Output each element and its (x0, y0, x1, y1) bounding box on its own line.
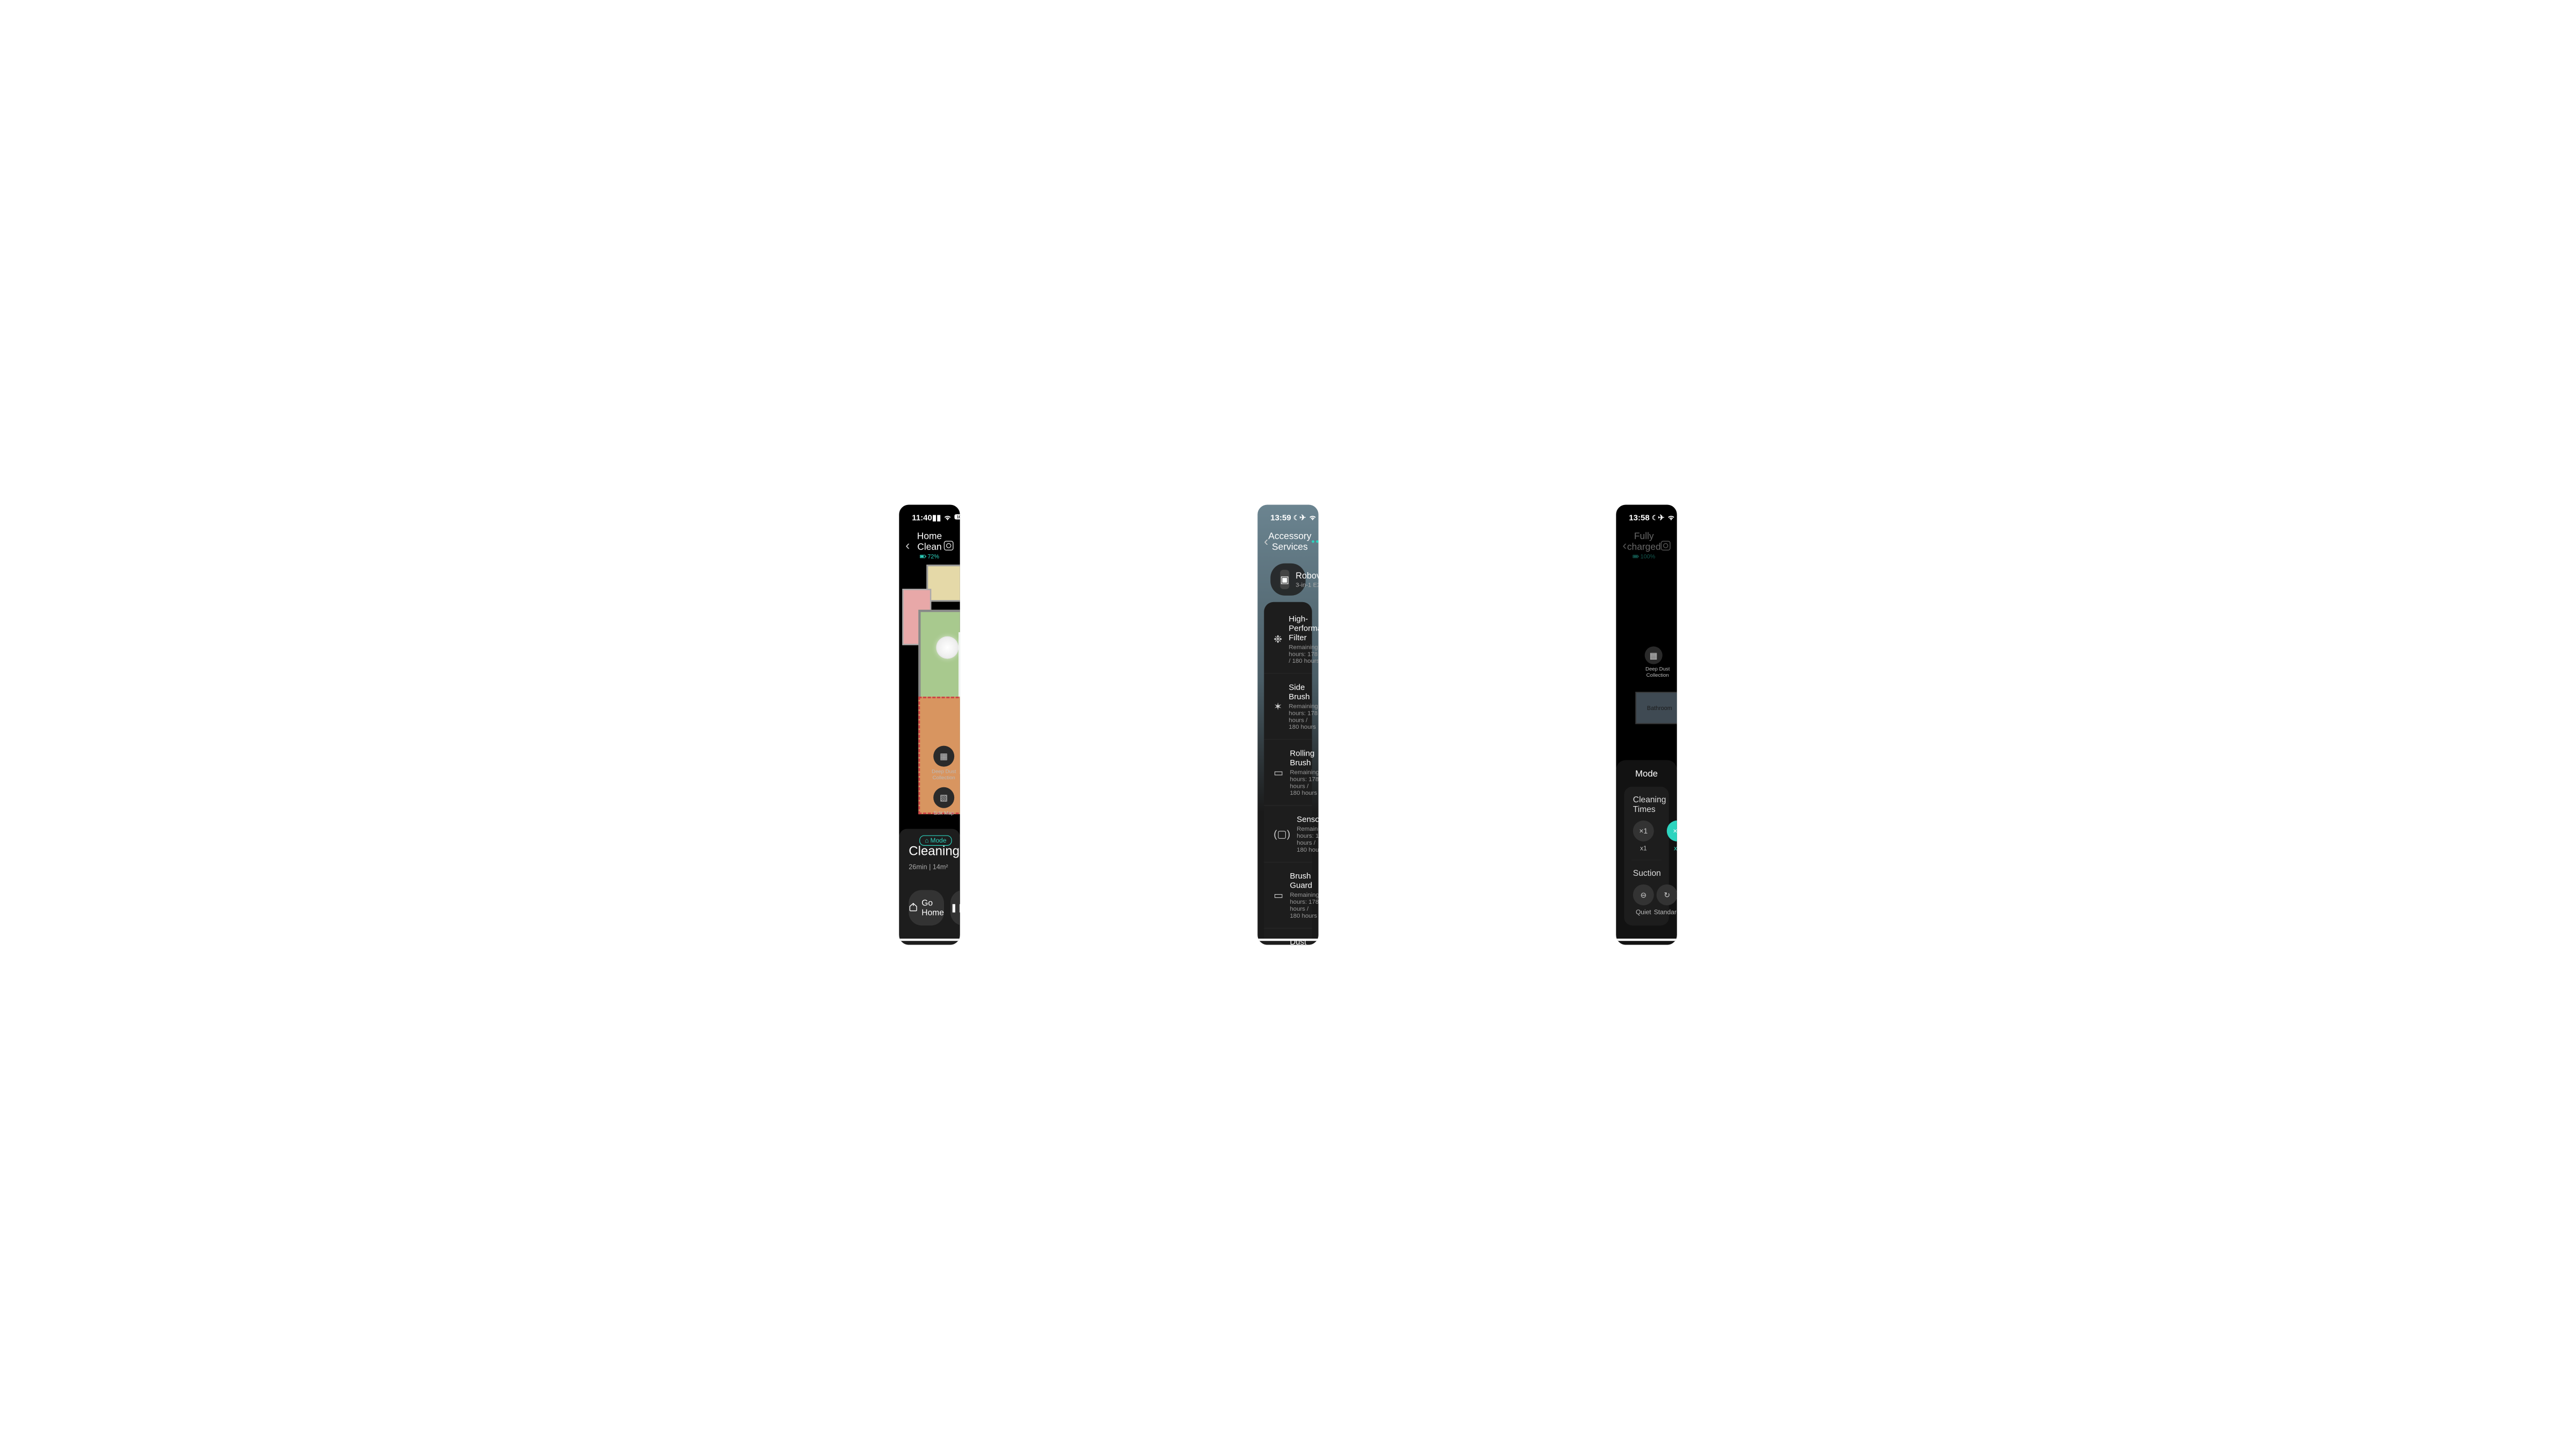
svg-text:100: 100 (957, 514, 960, 519)
pause-button[interactable]: ❚❚ Pause (950, 890, 960, 925)
screen-mode-sheet: 13:58 ☾ ✈ 72 ‹ Fully charged 100% Kitche… (1616, 504, 1677, 945)
cleaning-times-x2[interactable]: ×2 x2 (1667, 820, 1677, 852)
home-indicator[interactable] (1616, 939, 1677, 941)
app-header-dimmed: ‹ Fully charged 100% (1616, 525, 1677, 561)
status-bar: 11:40 ▮▮ 100 (899, 504, 960, 525)
app-header: ‹ Accessory Services ••• (1257, 525, 1318, 553)
cleaning-times-x1[interactable]: ×1 x1 (1633, 820, 1654, 852)
accessory-row-filter[interactable]: ❉ High-Performance Filter Remaining hour… (1264, 605, 1312, 674)
accessory-row-rolling-brush[interactable]: ▭ Rolling Brush Remaining hours: 178 hou… (1264, 740, 1312, 806)
status-time: 13:59 (1270, 513, 1291, 522)
device-selector[interactable]: ▣ Robovac 3-in-1 E20 (1270, 563, 1305, 595)
accessory-row-sensors[interactable]: (▢) Sensors Remaining hours: 178 hours /… (1264, 806, 1312, 862)
sheet-title: Mode (1624, 768, 1668, 779)
back-button[interactable]: ‹ (905, 538, 917, 553)
suction-label: Suction (1633, 868, 1660, 877)
more-dots-icon: ••• (1312, 536, 1319, 546)
status-time: 13:58 (1629, 513, 1649, 522)
accessory-row-brush-guard[interactable]: ▭ Brush Guard Remaining hours: 178 hours… (1264, 862, 1312, 928)
cellular-icon: ▮▮ (932, 513, 941, 522)
deep-dust-button[interactable]: ▦ Deep Dust Collection (1645, 646, 1671, 678)
rolling-brush-icon: ▭ (1274, 763, 1283, 781)
deep-dust-button[interactable]: ▦ Deep Dust Collection (931, 745, 957, 780)
home-icon (909, 902, 918, 913)
pause-icon: ❚❚ (950, 903, 960, 912)
settings-button[interactable] (1661, 539, 1671, 550)
device-model: 3-in-1 E20 (1296, 581, 1318, 588)
back-button[interactable]: ‹ (1264, 533, 1268, 548)
mode-button[interactable]: ⌂ Mode (919, 835, 952, 846)
lock-icon: ⌂ (925, 837, 928, 844)
map-icon: ▧ (940, 792, 948, 802)
airplane-icon: ✈ (1658, 513, 1665, 522)
gear-icon (944, 540, 954, 550)
screen-home-clean: 11:40 ▮▮ 100 ‹ Home Clean 72% (899, 504, 960, 945)
accessory-row-side-brush[interactable]: ✶ Side Brush Remaining hours: 178 hours … (1264, 674, 1312, 740)
edit-map-button[interactable]: ▧ Edit Map (933, 787, 954, 816)
quiet-icon: ⊖ (1641, 890, 1647, 899)
page-title: Fully charged (1627, 530, 1661, 552)
device-battery: 100% (1627, 553, 1661, 560)
deep-dust-icon: ▦ (940, 751, 948, 761)
app-header: ‹ Home Clean 72% (899, 525, 960, 561)
page-title: Home Clean (917, 530, 942, 552)
wifi-icon (1667, 515, 1675, 521)
status-bar: 13:58 ☾ ✈ 72 (1616, 504, 1677, 525)
dnd-moon-icon: ☾ (1652, 514, 1658, 522)
side-brush-icon: ✶ (1274, 697, 1282, 715)
cleaning-stats: 26min | 14m² (909, 863, 950, 870)
home-indicator[interactable] (899, 939, 960, 941)
standard-icon: ↻ (1664, 890, 1670, 899)
home-indicator[interactable] (1257, 939, 1318, 941)
accessory-row-dust-bag[interactable]: ▣ Dust bag Remaining hours: 1678 hours /… (1264, 928, 1312, 945)
sensors-icon: (▢) (1274, 825, 1290, 843)
battery-icon: 100 (954, 514, 960, 522)
device-name: Robovac (1296, 570, 1318, 581)
page-title: Accessory Services (1268, 530, 1311, 552)
status-bar: 13:59 ☾ ✈ 72 (1257, 504, 1318, 525)
floor-map[interactable]: Living Room ▦ Deep Dust Collection ▧ Edi… (899, 565, 960, 822)
brush-guard-icon: ▭ (1274, 886, 1283, 904)
accessory-list: ❉ High-Performance Filter Remaining hour… (1264, 602, 1312, 945)
more-button[interactable]: ••• (1312, 536, 1319, 547)
status-time: 11:40 (912, 513, 932, 522)
dnd-moon-icon: ☾ (1293, 514, 1299, 522)
room-bathroom: Bathroom (1635, 692, 1677, 724)
status-card: ⌂ Mode Cleaning 26min | 14m² Go Home ❚❚ … (899, 829, 960, 945)
deep-dust-icon: ▦ (1650, 650, 1658, 660)
device-battery: 72% (917, 553, 942, 560)
go-home-button[interactable]: Go Home (909, 890, 944, 925)
robot-position-icon (936, 636, 958, 658)
mode-sheet: Mode Cleaning Times ×1 x1 ×2 x2 Suction … (1616, 760, 1677, 945)
screen-accessory-services: 13:59 ☾ ✈ 72 ‹ Accessory Services ••• ▣ … (1257, 504, 1318, 945)
cleaning-times-label: Cleaning Times (1633, 794, 1660, 814)
gear-icon (1661, 540, 1671, 550)
filter-icon: ❉ (1274, 630, 1282, 648)
airplane-icon: ✈ (1299, 513, 1306, 522)
device-thumb-icon: ▣ (1280, 569, 1289, 589)
settings-button[interactable] (942, 539, 953, 550)
back-button[interactable]: ‹ (1622, 538, 1627, 553)
wifi-icon (1309, 515, 1316, 521)
suction-standard[interactable]: ↻ Standard (1654, 884, 1677, 916)
suction-quiet[interactable]: ⊖ Quiet (1633, 884, 1654, 916)
wifi-icon (944, 515, 952, 521)
